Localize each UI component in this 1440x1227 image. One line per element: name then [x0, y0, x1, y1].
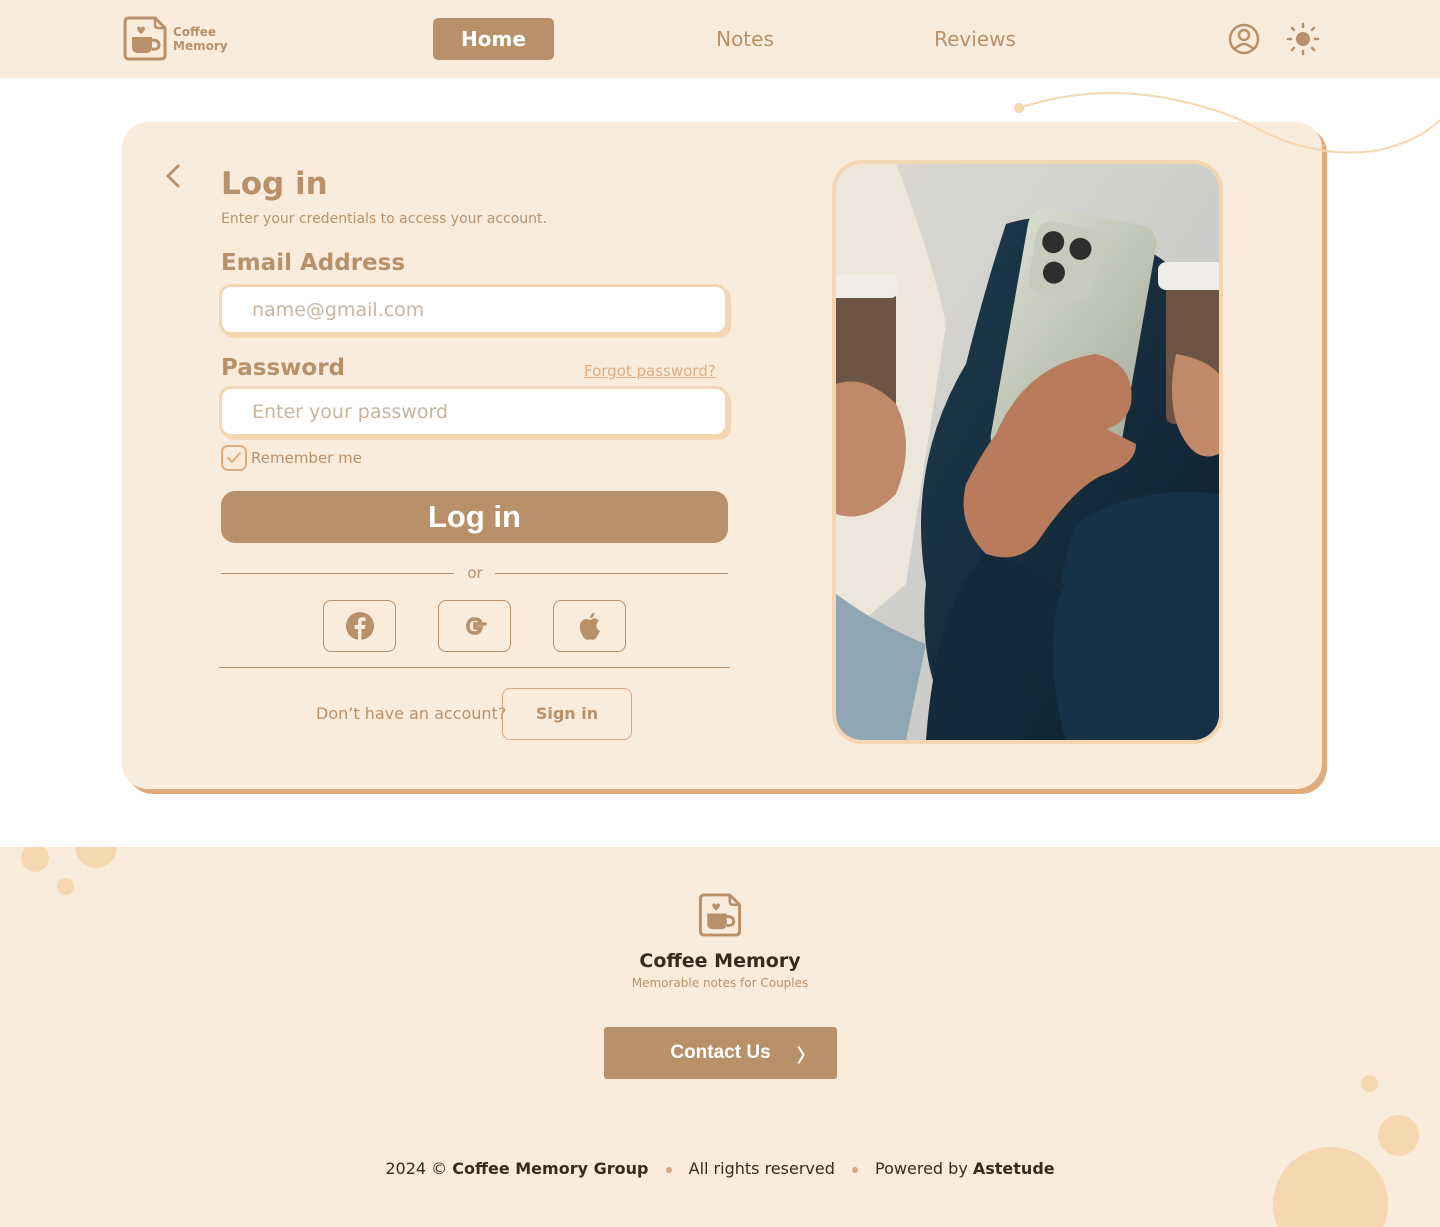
check-icon: [227, 452, 241, 463]
logo-line-1: Coffee: [173, 24, 217, 39]
or-line-right: [495, 573, 728, 574]
contact-us-label: Contact Us: [670, 1042, 771, 1063]
sign-in-button[interactable]: Sign in: [502, 688, 632, 740]
powered-by-text: Powered by: [875, 1159, 968, 1178]
rights-text: All rights reserved: [688, 1159, 835, 1178]
powered-by-name[interactable]: Astetude: [973, 1159, 1055, 1178]
logo-text: Coffee Memory: [173, 25, 228, 53]
login-title: Log in: [221, 166, 328, 202]
footer-title: Coffee Memory: [639, 950, 801, 972]
google-login-button[interactable]: [438, 600, 511, 652]
email-field[interactable]: [219, 284, 728, 335]
nav-reviews[interactable]: Reviews: [920, 18, 1030, 60]
password-field[interactable]: [219, 386, 728, 437]
decorative-bubble: [75, 847, 117, 868]
password-label: Password: [221, 355, 345, 381]
company-name: Coffee Memory Group: [452, 1159, 649, 1178]
hero-photo: [832, 160, 1223, 744]
footer-tagline: Memorable notes for Couples: [631, 976, 809, 990]
back-arrow-icon[interactable]: [160, 160, 188, 192]
apple-icon: [579, 612, 600, 640]
remember-me-label: Remember me: [251, 449, 362, 467]
copyright-line: 2024 © Coffee Memory Group All rights re…: [0, 1159, 1440, 1178]
user-icon[interactable]: [1227, 22, 1261, 56]
decorative-bubble: [1361, 1075, 1378, 1092]
or-separator: or: [221, 563, 728, 585]
facebook-icon: [345, 612, 374, 640]
footer-logo-icon: [698, 893, 742, 937]
decorative-bubble: [1378, 1115, 1419, 1156]
sun-icon[interactable]: [1286, 22, 1320, 56]
remember-me: Remember me: [221, 445, 362, 471]
copyright-year: 2024 ©: [385, 1159, 448, 1178]
separator-dot: [851, 1166, 858, 1173]
logo[interactable]: Coffee Memory: [122, 15, 228, 62]
or-text: or: [467, 564, 483, 582]
email-label: Email Address: [221, 250, 406, 276]
login-button[interactable]: Log in: [221, 491, 728, 543]
separator-dot: [665, 1166, 672, 1173]
decorative-bubble: [57, 878, 74, 895]
chevron-right-icon: 〉: [797, 1046, 815, 1066]
coffee-cup-logo-icon: [123, 16, 167, 61]
contact-us-button[interactable]: Contact Us 〉: [604, 1027, 837, 1079]
login-subtitle: Enter your credentials to access your ac…: [221, 211, 547, 227]
decorative-bubble: [21, 847, 49, 872]
header: Coffee Memory Home Notes Reviews: [0, 0, 1440, 78]
remember-me-checkbox[interactable]: [221, 445, 247, 471]
nav-notes[interactable]: Notes: [690, 18, 800, 60]
no-account-text: Don’t have an account?: [316, 704, 507, 723]
google-icon: [465, 617, 487, 635]
phone-coffee-photo: [836, 164, 1219, 740]
decorative-curve: [1014, 91, 1440, 154]
or-line-left: [221, 573, 454, 574]
forgot-password-link[interactable]: Forgot password?: [584, 362, 716, 380]
logo-line-2: Memory: [173, 38, 228, 53]
nav-home[interactable]: Home: [433, 18, 554, 60]
facebook-login-button[interactable]: [323, 600, 396, 652]
apple-login-button[interactable]: [553, 600, 626, 652]
divider: [219, 667, 730, 668]
